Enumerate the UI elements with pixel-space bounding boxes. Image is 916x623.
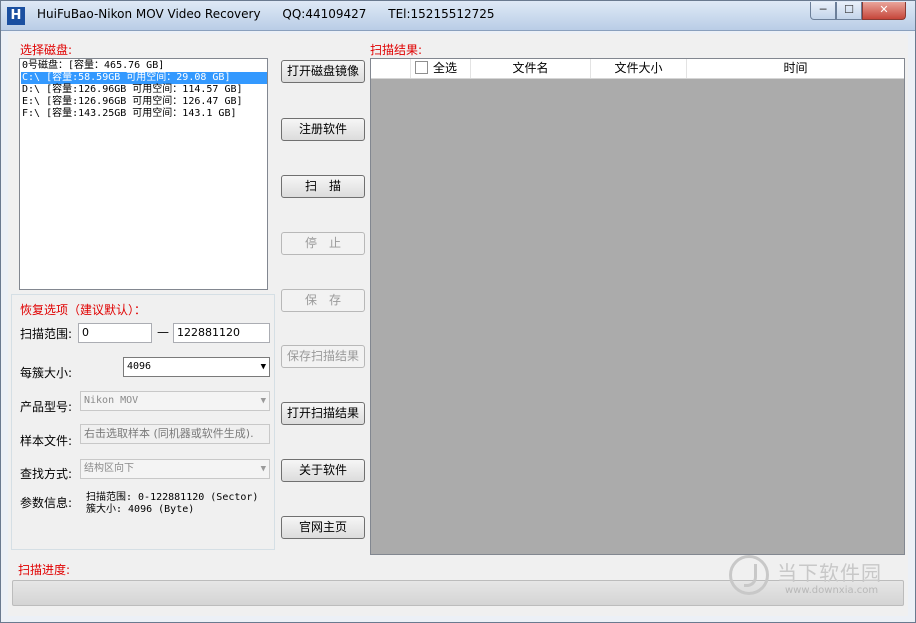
minimize-button[interactable]: ─	[810, 2, 836, 20]
disk-list[interactable]: 0号磁盘：[容量：465.76 GB] C:\ [容量:58.59GB 可用空间…	[19, 58, 268, 290]
open-results-button[interactable]: 打开扫描结果	[281, 402, 365, 425]
about-button[interactable]: 关于软件	[281, 459, 365, 482]
app-window: H HuiFuBao-Nikon MOV Video Recovery QQ:4…	[0, 0, 916, 623]
filesize-column-header[interactable]: 文件大小	[591, 59, 687, 78]
maximize-button[interactable]: ☐	[836, 2, 862, 20]
window-title: HuiFuBao-Nikon MOV Video Recovery QQ:441…	[37, 7, 513, 21]
close-button[interactable]: ✕	[862, 2, 906, 20]
results-header-blank	[371, 59, 411, 78]
open-disk-image-button[interactable]: 打开磁盘镜像	[281, 60, 365, 83]
range-dash: —	[157, 325, 169, 339]
sample-file-label: 样本文件:	[20, 434, 73, 448]
time-column-header[interactable]: 时间	[687, 59, 904, 78]
chevron-down-icon: ▼	[260, 362, 266, 372]
scan-button[interactable]: 扫 描	[281, 175, 365, 198]
app-logo-icon: H	[7, 7, 25, 25]
cluster-size-value: 4096	[127, 361, 152, 372]
window-title-qq: QQ:44109427	[282, 7, 367, 21]
results-list[interactable]: 全选 文件名 文件大小 时间	[370, 58, 905, 555]
results-section-label: 扫描结果:	[370, 43, 423, 57]
disk-item-f[interactable]: F:\ [容量:143.25GB 可用空间：143.1 GB]	[21, 108, 267, 120]
select-all-checkbox[interactable]	[415, 61, 428, 74]
watermark-logo-icon	[729, 555, 769, 595]
save-results-button[interactable]: 保存扫描结果	[281, 345, 365, 368]
scan-end-input[interactable]: 122881120	[173, 323, 270, 343]
disk-item-0[interactable]: 0号磁盘：[容量：465.76 GB]	[21, 60, 267, 72]
search-mode-label: 查找方式:	[20, 467, 73, 481]
watermark-url: www.downxia.com	[785, 585, 879, 596]
model-label: 产品型号:	[20, 400, 73, 414]
filename-column-header[interactable]: 文件名	[471, 59, 591, 78]
results-header: 全选 文件名 文件大小 时间	[371, 59, 904, 79]
select-all-column[interactable]: 全选	[411, 59, 471, 78]
param-info-cluster: 簇大小: 4096 (Byte)	[86, 504, 195, 515]
options-section-label: 恢复选项（建议默认）：	[20, 303, 147, 317]
progress-section-label: 扫描进度:	[18, 563, 71, 577]
watermark-text: 当下软件园	[777, 561, 882, 585]
disk-section-label: 选择磁盘:	[20, 43, 73, 57]
watermark: 当下软件园 www.downxia.com	[729, 555, 909, 603]
homepage-button[interactable]: 官网主页	[281, 516, 365, 539]
model-select[interactable]: Nikon MOV ▼	[80, 391, 270, 411]
disk-item-c[interactable]: C:\ [容量:58.59GB 可用空间：29.08 GB]	[21, 72, 267, 84]
client-area: 选择磁盘: 0号磁盘：[容量：465.76 GB] C:\ [容量:58.59G…	[8, 34, 908, 616]
chevron-down-icon: ▼	[260, 464, 266, 474]
search-mode-value: 结构区向下	[84, 463, 134, 474]
scan-range-label: 扫描范围:	[20, 327, 73, 341]
sample-file-input[interactable]: 右击选取样本 (同机器或软件生成).	[80, 424, 270, 444]
model-value: Nikon MOV	[84, 395, 139, 406]
select-all-label: 全选	[433, 61, 458, 75]
title-bar[interactable]: H HuiFuBao-Nikon MOV Video Recovery QQ:4…	[1, 1, 915, 31]
cluster-size-select[interactable]: 4096 ▼	[123, 357, 270, 377]
chevron-down-icon: ▼	[260, 396, 266, 406]
window-title-tel: TEl:15215512725	[388, 7, 495, 21]
stop-button[interactable]: 停 止	[281, 232, 365, 255]
scan-start-input[interactable]: 0	[78, 323, 152, 343]
search-mode-select[interactable]: 结构区向下 ▼	[80, 459, 270, 479]
save-button[interactable]: 保 存	[281, 289, 365, 312]
param-info-label: 参数信息:	[20, 496, 73, 510]
window-title-app: HuiFuBao-Nikon MOV Video Recovery	[37, 7, 261, 21]
disk-item-e[interactable]: E:\ [容量:126.96GB 可用空间：126.47 GB]	[21, 96, 267, 108]
param-info-range: 扫描范围: 0-122881120 (Sector)	[86, 492, 259, 503]
cluster-size-label: 每簇大小:	[20, 366, 73, 380]
register-button[interactable]: 注册软件	[281, 118, 365, 141]
disk-item-d[interactable]: D:\ [容量:126.96GB 可用空间：114.57 GB]	[21, 84, 267, 96]
